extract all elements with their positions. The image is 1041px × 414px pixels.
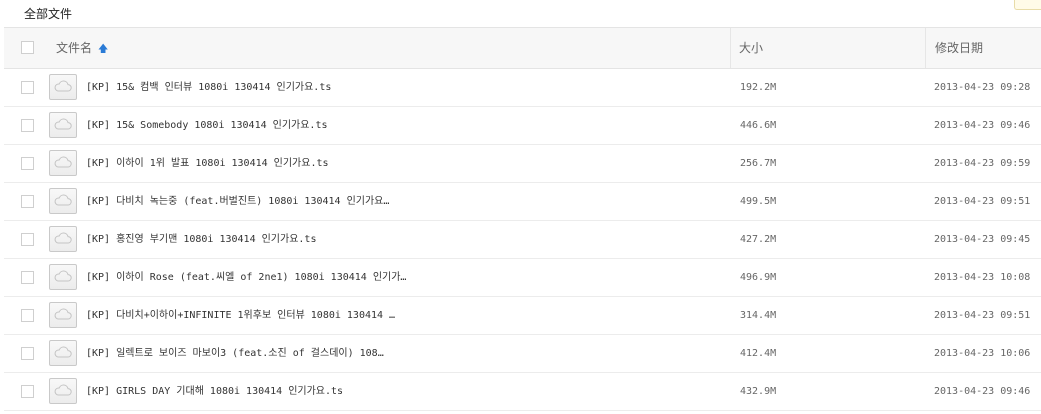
name-column-header[interactable]: 文件名 🡅 [56, 40, 108, 58]
video-file-icon [49, 226, 77, 252]
file-date: 2013-04-23 09:51 [934, 196, 1031, 207]
table-row[interactable]: [KP] 일렉트로 보이즈 마보이3 (feat.소진 of 걸스데이) 108… [4, 335, 1041, 373]
video-file-icon [49, 302, 77, 328]
table-row[interactable]: [KP] 15& 컴백 인터뷰 1080i 130414 인기가요.ts 192… [4, 69, 1041, 107]
file-list: [KP] 15& 컴백 인터뷰 1080i 130414 인기가요.ts 192… [4, 69, 1041, 411]
file-name[interactable]: [KP] 일렉트로 보이즈 마보이3 (feat.소진 of 걸스데이) 108… [86, 346, 686, 361]
table-row[interactable]: [KP] 이하이 Rose (feat.씨엘 of 2ne1) 1080i 13… [4, 259, 1041, 297]
file-size: 192.2M [740, 82, 777, 93]
name-column-label: 文件名 [56, 41, 93, 55]
table-row[interactable]: [KP] 홍진영 부기맨 1080i 130414 인기가요.ts 427.2M… [4, 221, 1041, 259]
video-file-icon [49, 150, 77, 176]
corner-tab[interactable] [1014, 0, 1041, 10]
file-date: 2013-04-23 09:45 [934, 234, 1031, 245]
file-size: 496.9M [740, 272, 777, 283]
sort-up-arrow-icon[interactable]: 🡅 [98, 42, 108, 58]
file-date: 2013-04-23 09:51 [934, 310, 1031, 321]
file-table: 文件名 🡅 大小 修改日期 [KP] 15& 컴백 인터뷰 1080i 13041… [4, 27, 1041, 411]
row-checkbox[interactable] [21, 309, 34, 322]
date-column-header[interactable]: 修改日期 [935, 40, 983, 56]
file-name[interactable]: [KP] 15& Somebody 1080i 130414 인기가요.ts [86, 118, 686, 133]
table-row[interactable]: [KP] GIRLS DAY 기대해 1080i 130414 인기가요.ts … [4, 373, 1041, 411]
file-name[interactable]: [KP] 홍진영 부기맨 1080i 130414 인기가요.ts [86, 232, 686, 247]
file-date: 2013-04-23 09:59 [934, 158, 1031, 169]
video-file-icon [49, 112, 77, 138]
file-name[interactable]: [KP] 이하이 1위 발표 1080i 130414 인기가요.ts [86, 156, 686, 171]
file-size: 412.4M [740, 348, 777, 359]
row-checkbox[interactable] [21, 347, 34, 360]
file-date: 2013-04-23 09:46 [934, 386, 1031, 397]
video-file-icon [49, 378, 77, 404]
video-file-icon [49, 74, 77, 100]
table-row[interactable]: [KP] 다비치 녹는중 (feat.버벌진트) 1080i 130414 인기… [4, 183, 1041, 221]
file-size: 314.4M [740, 310, 777, 321]
file-name[interactable]: [KP] 다비치 녹는중 (feat.버벌진트) 1080i 130414 인기… [86, 194, 686, 209]
select-all-checkbox[interactable] [21, 41, 34, 54]
video-file-icon [49, 340, 77, 366]
file-size: 446.6M [740, 120, 777, 131]
video-file-icon [49, 264, 77, 290]
breadcrumb[interactable]: 全部文件 [24, 5, 72, 23]
file-size: 427.2M [740, 234, 777, 245]
row-checkbox[interactable] [21, 385, 34, 398]
file-name[interactable]: [KP] 다비치+이하이+INFINITE 1위후보 인터뷰 1080i 130… [86, 308, 686, 323]
video-file-icon [49, 188, 77, 214]
row-checkbox[interactable] [21, 233, 34, 246]
file-name[interactable]: [KP] 이하이 Rose (feat.씨엘 of 2ne1) 1080i 13… [86, 270, 686, 285]
file-name[interactable]: [KP] GIRLS DAY 기대해 1080i 130414 인기가요.ts [86, 384, 686, 399]
file-size: 432.9M [740, 386, 777, 397]
file-date: 2013-04-23 10:06 [934, 348, 1031, 359]
table-row[interactable]: [KP] 15& Somebody 1080i 130414 인기가요.ts 4… [4, 107, 1041, 145]
file-size: 256.7M [740, 158, 777, 169]
file-name[interactable]: [KP] 15& 컴백 인터뷰 1080i 130414 인기가요.ts [86, 80, 686, 95]
row-checkbox[interactable] [21, 271, 34, 284]
file-date: 2013-04-23 09:46 [934, 120, 1031, 131]
row-checkbox[interactable] [21, 157, 34, 170]
file-date: 2013-04-23 09:28 [934, 82, 1031, 93]
table-header: 文件名 🡅 大小 修改日期 [4, 27, 1041, 69]
column-divider[interactable] [925, 28, 926, 68]
table-row[interactable]: [KP] 다비치+이하이+INFINITE 1위후보 인터뷰 1080i 130… [4, 297, 1041, 335]
table-row[interactable]: [KP] 이하이 1위 발표 1080i 130414 인기가요.ts 256.… [4, 145, 1041, 183]
size-column-header[interactable]: 大小 [739, 40, 763, 56]
file-size: 499.5M [740, 196, 777, 207]
row-checkbox[interactable] [21, 195, 34, 208]
file-date: 2013-04-23 10:08 [934, 272, 1031, 283]
column-divider[interactable] [730, 28, 731, 68]
row-checkbox[interactable] [21, 119, 34, 132]
row-checkbox[interactable] [21, 81, 34, 94]
